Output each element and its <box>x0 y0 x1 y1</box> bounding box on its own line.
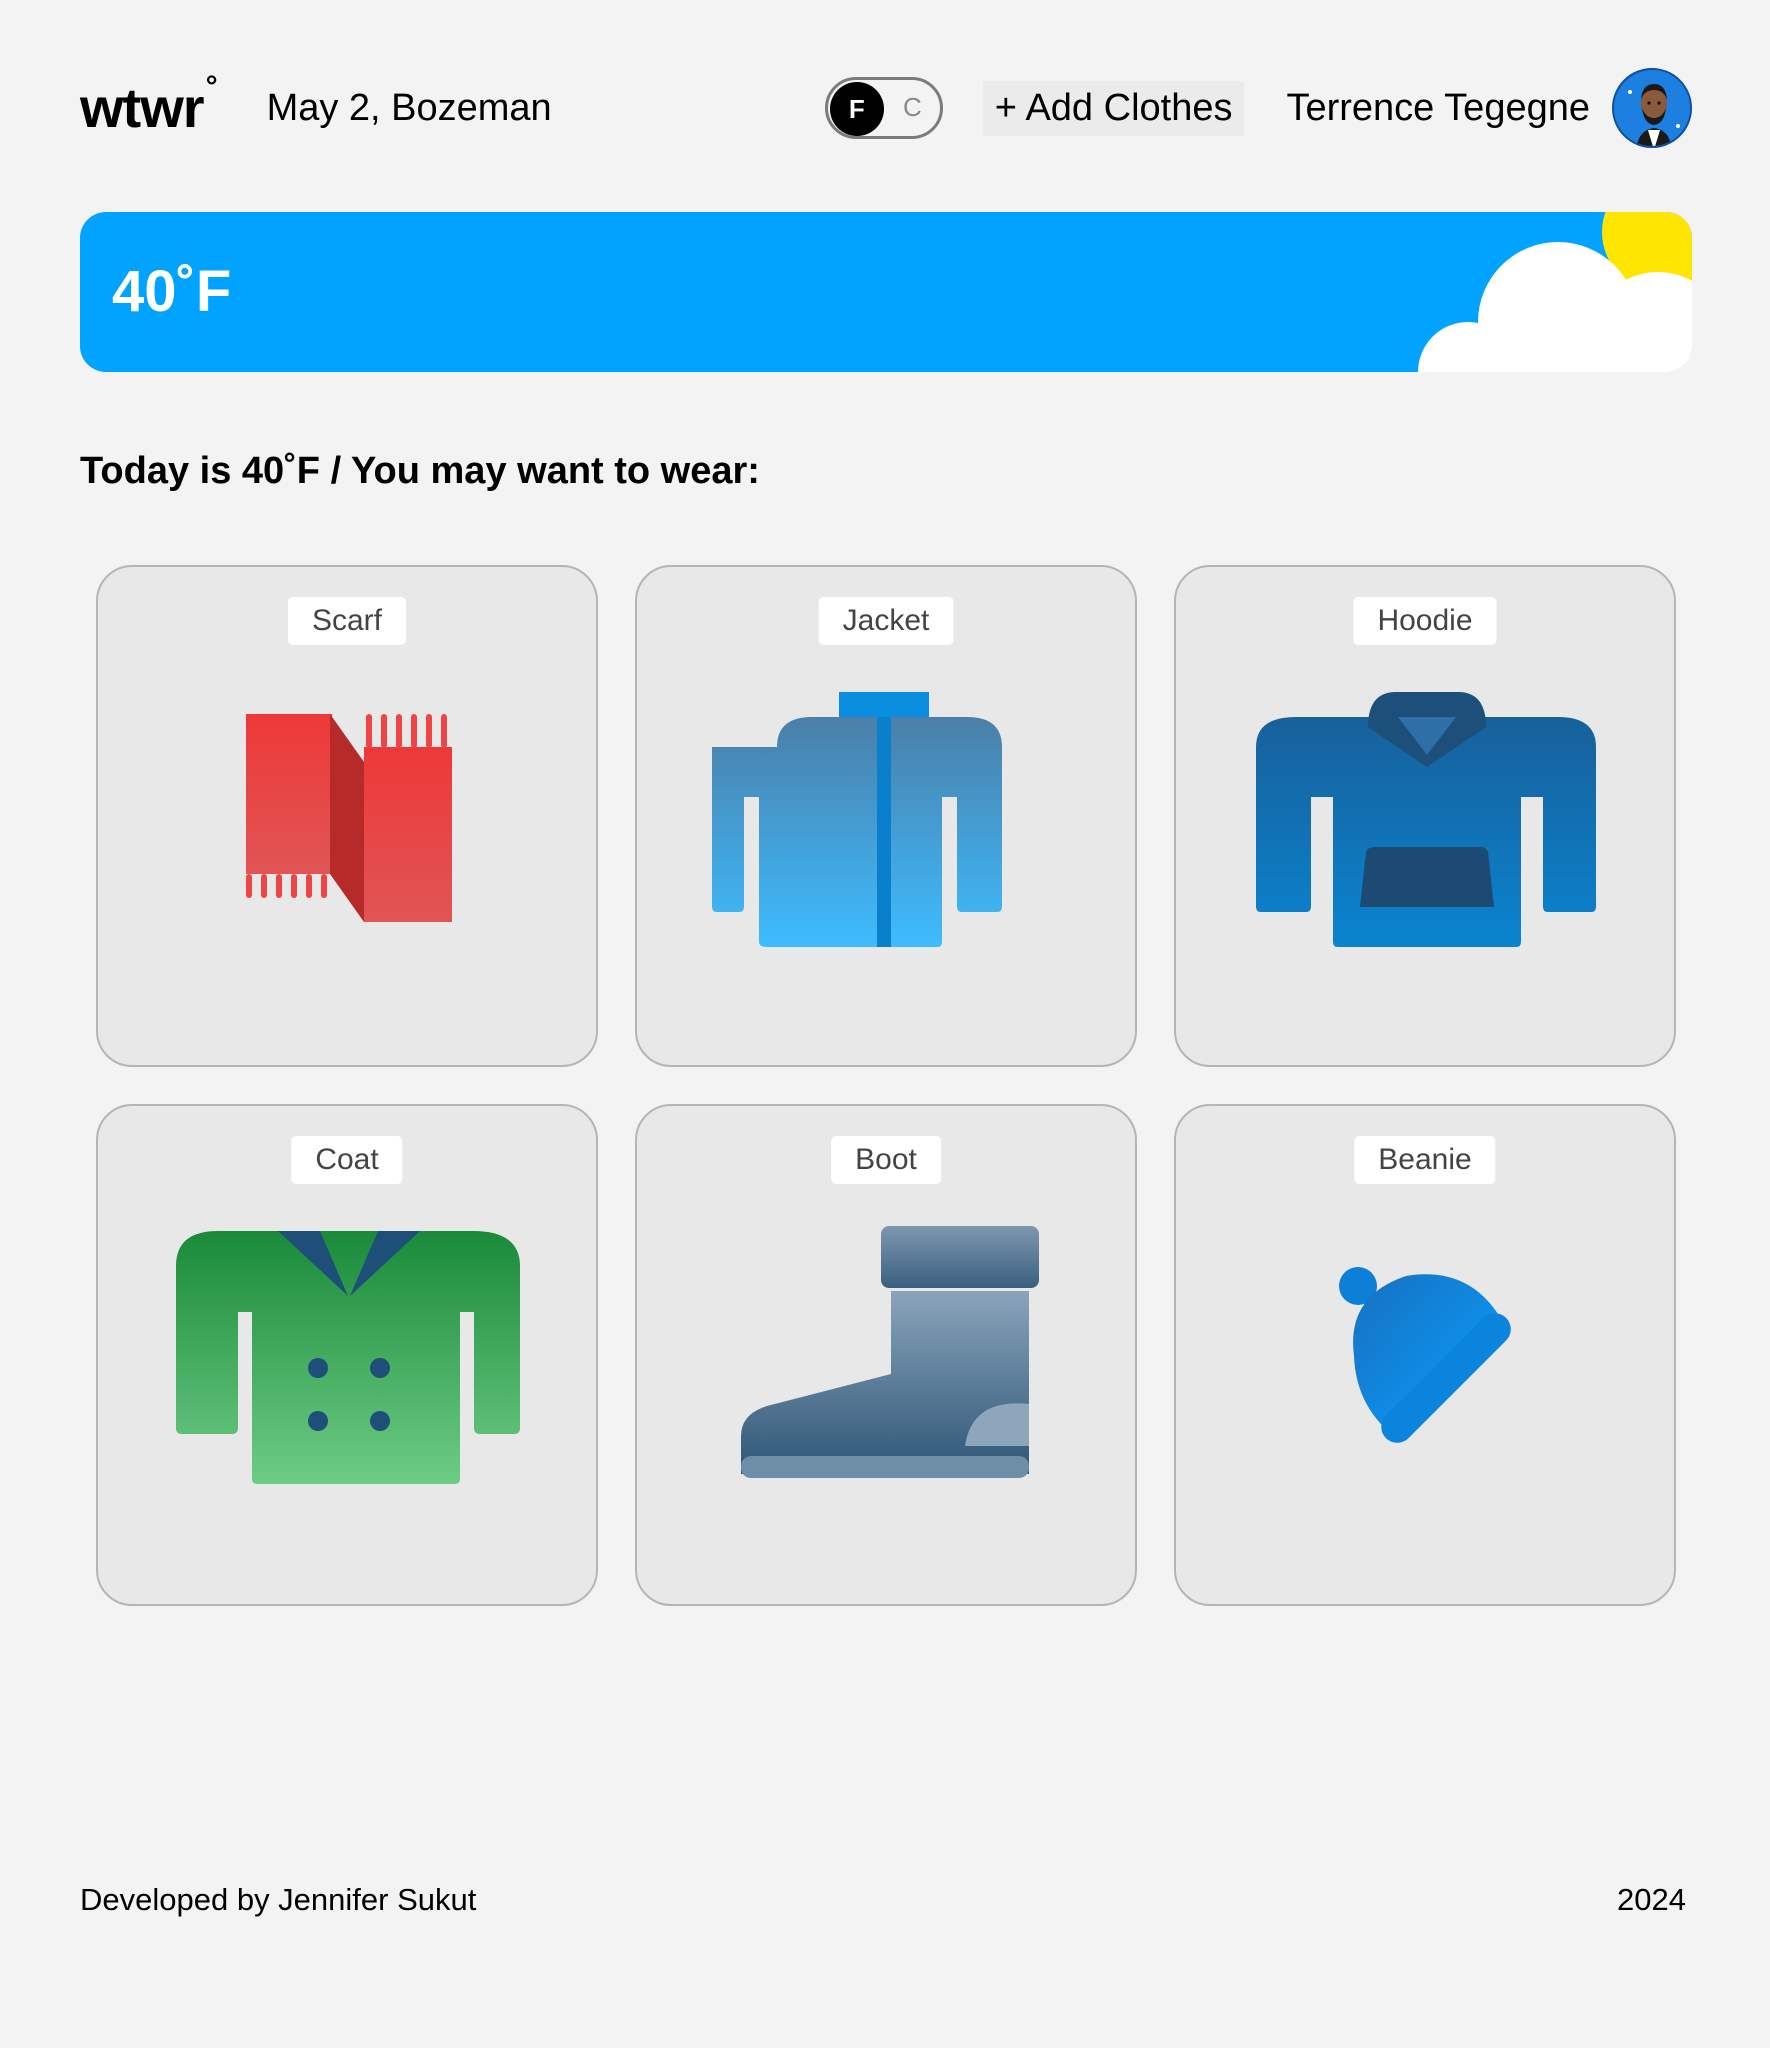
header: wtwr ° May 2, Bozeman F C + Add Clothes … <box>80 60 1692 156</box>
avatar-illustration <box>1614 70 1690 146</box>
logo[interactable]: wtwr ° <box>80 72 218 139</box>
jacket-icon <box>712 692 1002 947</box>
toggle-label-c: C <box>903 92 922 122</box>
toggle-knob-f: F <box>829 82 884 136</box>
item-card-jacket[interactable]: Jacket <box>635 565 1137 1067</box>
weather-banner: 40˚F <box>80 212 1692 372</box>
hoodie-icon <box>1256 692 1596 947</box>
item-card-coat[interactable]: Coat <box>96 1104 598 1606</box>
boot-icon <box>741 1226 1039 1478</box>
item-card-beanie[interactable]: Beanie <box>1174 1104 1676 1606</box>
avatar[interactable] <box>1612 68 1692 148</box>
coat-icon <box>176 1231 520 1484</box>
date-location: May 2, Bozeman <box>266 86 552 129</box>
weather-illustration <box>1418 212 1692 372</box>
footer-credit: Developed by Jennifer Sukut <box>80 1882 477 1917</box>
recommendation-heading: Today is 40˚F / You may want to wear: <box>80 450 760 492</box>
logo-text: wtwr <box>80 76 205 139</box>
item-card-hoodie[interactable]: Hoodie <box>1174 565 1676 1067</box>
scarf-icon <box>246 714 452 922</box>
user-name: Terrence Tegegne <box>1286 86 1590 129</box>
footer-year: 2024 <box>1617 1882 1686 1917</box>
logo-degree: ° <box>205 70 218 103</box>
weather-temperature: 40˚F <box>112 259 232 324</box>
beanie-icon <box>1339 1267 1511 1443</box>
temperature-unit-toggle[interactable]: F C <box>824 77 943 139</box>
add-clothes-button[interactable]: + Add Clothes <box>982 80 1245 136</box>
item-card-scarf[interactable]: Scarf <box>96 565 598 1067</box>
item-card-boot[interactable]: Boot <box>635 1104 1137 1606</box>
clothing-grid: Scarf Jacket Hoodie Coat Boot Beanie <box>96 565 1676 1606</box>
